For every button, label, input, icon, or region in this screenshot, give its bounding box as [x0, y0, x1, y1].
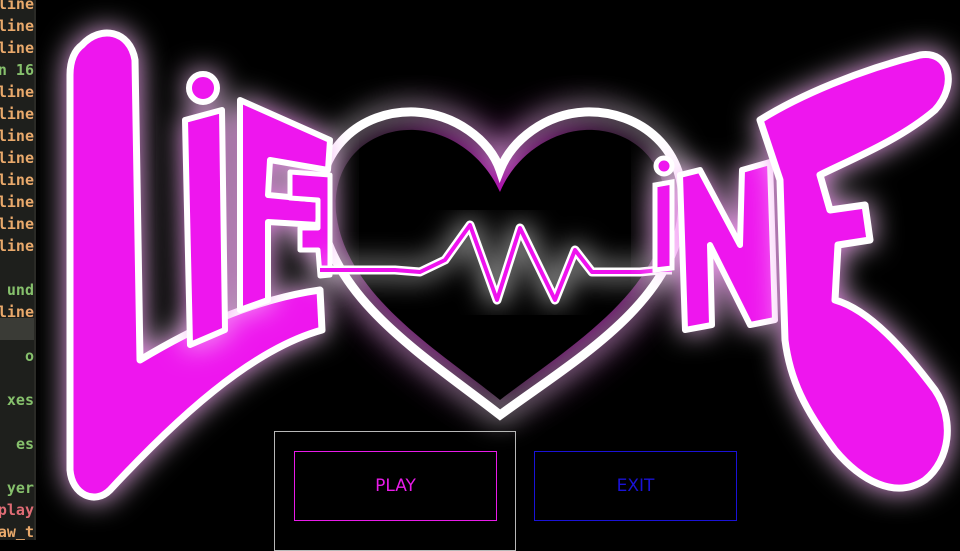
editor-line: und — [6, 281, 34, 299]
editor-line: play — [0, 501, 34, 519]
editor-line: yer — [6, 479, 34, 497]
letter-e-shape — [756, 51, 952, 492]
editor-line: line — [0, 83, 34, 101]
exit-button[interactable]: EXIT — [534, 451, 737, 521]
editor-line: o — [24, 347, 34, 365]
editor-line: line — [0, 127, 34, 145]
play-button[interactable]: PLAY — [294, 451, 497, 521]
editor-line: n 16 — [0, 61, 34, 79]
editor-line: line — [0, 193, 34, 211]
editor-line: line — [0, 303, 34, 321]
editor-line: line — [0, 237, 34, 255]
editor-line: line — [0, 215, 34, 233]
editor-line: es — [15, 435, 34, 453]
editor-line: line — [0, 171, 34, 189]
editor-line: aw_t — [0, 523, 34, 540]
letters-ine — [652, 155, 778, 333]
editor-line: xes — [6, 391, 34, 409]
editor-line: line — [0, 39, 34, 57]
editor-line: line — [0, 17, 34, 35]
editor-line: line — [0, 105, 34, 123]
code-editor-strip: line line line n 16 line line line line line line… — [0, 0, 34, 540]
editor-line: line — [0, 149, 34, 167]
editor-line: line — [0, 0, 34, 13]
